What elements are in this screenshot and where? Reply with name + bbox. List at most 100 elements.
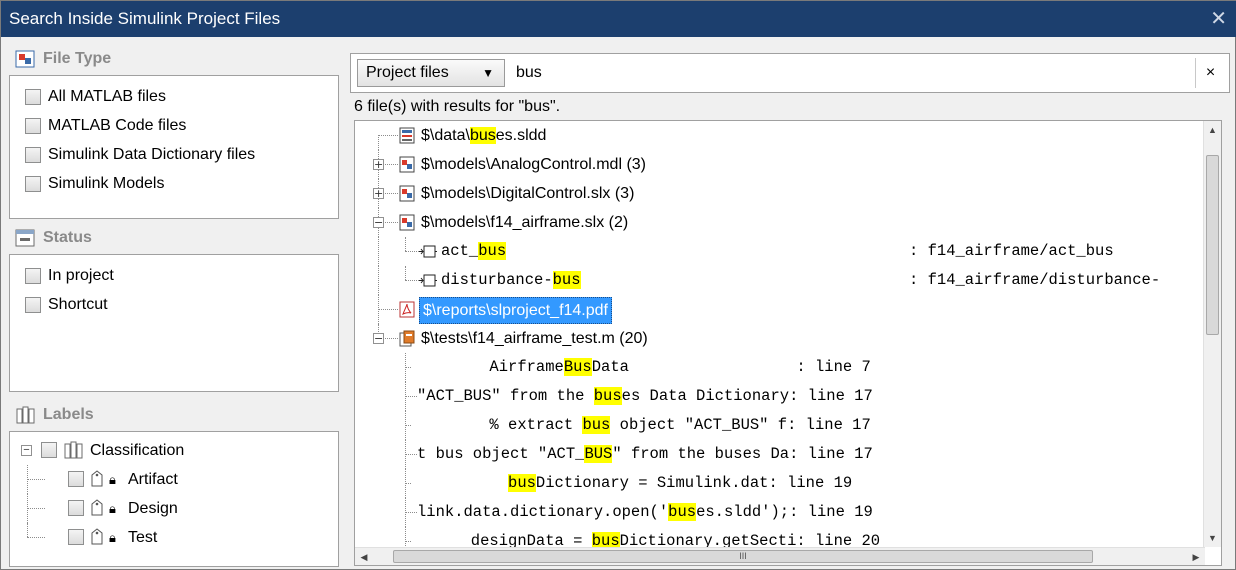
horizontal-scrollbar[interactable]: ◀ III ▶ [355, 547, 1205, 565]
code-line: link.data.dictionary.open('buses.sldd');… [417, 503, 873, 521]
category-label: Classification [90, 442, 185, 459]
dropdown-arrow-icon: ▼ [482, 66, 494, 80]
test-file-icon [399, 330, 415, 347]
scope-dropdown[interactable]: Project files ▼ [357, 59, 505, 87]
title-bar: Search Inside Simulink Project Files ✕ [1, 1, 1236, 37]
simulink-model-icon [399, 156, 415, 173]
collapse-icon[interactable]: − [373, 333, 384, 344]
status-label: Shortcut [48, 296, 108, 313]
block-icon [419, 245, 437, 258]
labels-title: Labels [43, 406, 94, 423]
scroll-up-icon[interactable]: ▲ [1204, 121, 1221, 139]
result-match-row[interactable]: act_bus : f14_airframe/act_bus [355, 237, 1205, 266]
search-input[interactable] [516, 60, 1176, 86]
labels-icon [16, 406, 35, 424]
result-text: act_bus [441, 242, 507, 260]
lock-icon: 🔒︎ [109, 472, 116, 487]
pdf-icon [399, 301, 415, 318]
result-text: $\data\buses.sldd [421, 127, 547, 144]
result-code-row[interactable]: AirframeBusData : line 7 [355, 353, 1205, 382]
checkbox[interactable] [25, 147, 41, 163]
checkbox[interactable] [25, 118, 41, 134]
status-title: Status [43, 229, 92, 246]
labels-icon [64, 441, 83, 459]
result-file-row[interactable]: − $\tests\f14_airframe_test.m (20) [355, 324, 1205, 353]
scroll-left-icon[interactable]: ◀ [355, 548, 373, 565]
filter-label: MATLAB Code files [48, 117, 187, 134]
search-dialog: Search Inside Simulink Project Files ✕ F… [0, 0, 1236, 570]
checkbox[interactable] [25, 268, 41, 284]
checkbox[interactable] [25, 176, 41, 192]
expand-icon[interactable]: + [373, 159, 384, 170]
result-file-row[interactable]: + $\models\DigitalControl.slx (3) [355, 179, 1205, 208]
labels-box: − Classification 🔒︎ Artifact 🔒︎ Design 🔒… [9, 431, 339, 567]
code-line: "ACT_BUS" from the buses Data Dictionary… [417, 387, 873, 405]
file-type-box: All MATLAB files MATLAB Code files Simul… [9, 75, 339, 219]
labels-header[interactable]: Labels [9, 399, 339, 431]
lock-icon: 🔒︎ [109, 530, 116, 545]
status-label: In project [48, 267, 114, 284]
filter-matlab-code[interactable]: MATLAB Code files [10, 111, 338, 140]
file-type-title: File Type [43, 50, 112, 67]
label-item-text: Design [128, 500, 178, 517]
collapse-icon[interactable]: − [373, 217, 384, 228]
grip-icon: III [739, 551, 747, 561]
expand-icon[interactable]: + [373, 188, 384, 199]
result-text: $\models\AnalogControl.mdl (3) [421, 156, 646, 173]
checkbox[interactable] [25, 89, 41, 105]
tag-icon [91, 470, 103, 487]
code-line: % extract bus object "ACT_BUS" f: line 1… [415, 416, 871, 434]
checkbox[interactable] [41, 442, 57, 458]
tag-icon [91, 499, 103, 516]
status-box: In project Shortcut [9, 254, 339, 392]
file-type-header[interactable]: File Type [9, 43, 339, 75]
label-item-text: Test [128, 529, 158, 546]
scroll-thumb[interactable] [1206, 155, 1219, 335]
filter-label: Simulink Data Dictionary files [48, 146, 256, 163]
filter-simulink-models[interactable]: Simulink Models [10, 169, 338, 198]
tag-icon [91, 528, 103, 545]
clear-search-button[interactable]: × [1195, 58, 1225, 88]
window-title: Search Inside Simulink Project Files [9, 9, 281, 28]
checkbox[interactable] [68, 529, 84, 545]
results-panel: Project files ▼ × 6 file(s) with results… [346, 43, 1234, 567]
checkbox[interactable] [68, 500, 84, 516]
scroll-right-icon[interactable]: ▶ [1187, 548, 1205, 565]
search-bar: Project files ▼ × [350, 53, 1230, 93]
scroll-thumb[interactable]: III [393, 550, 1093, 563]
scroll-down-icon[interactable]: ▼ [1204, 529, 1221, 547]
results-tree: $\data\buses.sldd + $\models\AnalogContr… [354, 120, 1222, 566]
code-line: busDictionary = Simulink.dat: line 19 [508, 474, 853, 492]
result-code-row[interactable]: link.data.dictionary.open('buses.sldd');… [355, 498, 1205, 527]
status-shortcut[interactable]: Shortcut [10, 290, 338, 319]
filter-label: Simulink Models [48, 175, 165, 192]
label-category-classification[interactable]: − Classification [10, 436, 338, 465]
label-item-design[interactable]: 🔒︎ Design [10, 494, 338, 523]
block-icon [419, 274, 437, 287]
label-item-artifact[interactable]: 🔒︎ Artifact [10, 465, 338, 494]
filter-data-dictionary[interactable]: Simulink Data Dictionary files [10, 140, 338, 169]
result-code-row[interactable]: % extract bus object "ACT_BUS" f: line 1… [355, 411, 1205, 440]
result-file-row[interactable]: + $\models\AnalogControl.mdl (3) [355, 150, 1205, 179]
status-header[interactable]: Status [9, 222, 339, 254]
result-file-row[interactable]: $\data\buses.sldd [355, 121, 1205, 150]
result-code-row[interactable]: "ACT_BUS" from the buses Data Dictionary… [355, 382, 1205, 411]
result-code-row[interactable]: t bus object "ACT_BUS" from the buses Da… [355, 440, 1205, 469]
filter-all-matlab[interactable]: All MATLAB files [10, 82, 338, 111]
label-item-test[interactable]: 🔒︎ Test [10, 523, 338, 552]
result-file-row-selected[interactable]: $\reports\slproject_f14.pdf [355, 295, 1205, 324]
result-path: : f14_airframe/disturbance- [909, 271, 1161, 289]
result-code-row[interactable]: busDictionary = Simulink.dat: line 19 [355, 469, 1205, 498]
data-dictionary-icon [399, 127, 415, 144]
status-icon [15, 229, 35, 247]
checkbox[interactable] [25, 297, 41, 313]
vertical-scrollbar[interactable]: ▲ ▼ [1203, 121, 1221, 547]
checkbox[interactable] [68, 471, 84, 487]
status-in-project[interactable]: In project [10, 261, 338, 290]
result-file-row[interactable]: − $\models\f14_airframe.slx (2) [355, 208, 1205, 237]
results-summary: 6 file(s) with results for "bus". [354, 98, 561, 115]
collapse-icon[interactable]: − [21, 445, 32, 456]
close-icon[interactable]: ✕ [1210, 1, 1227, 37]
result-match-row[interactable]: disturbance-bus : f14_airframe/disturban… [355, 266, 1205, 295]
result-text: $\tests\f14_airframe_test.m (20) [421, 330, 648, 347]
